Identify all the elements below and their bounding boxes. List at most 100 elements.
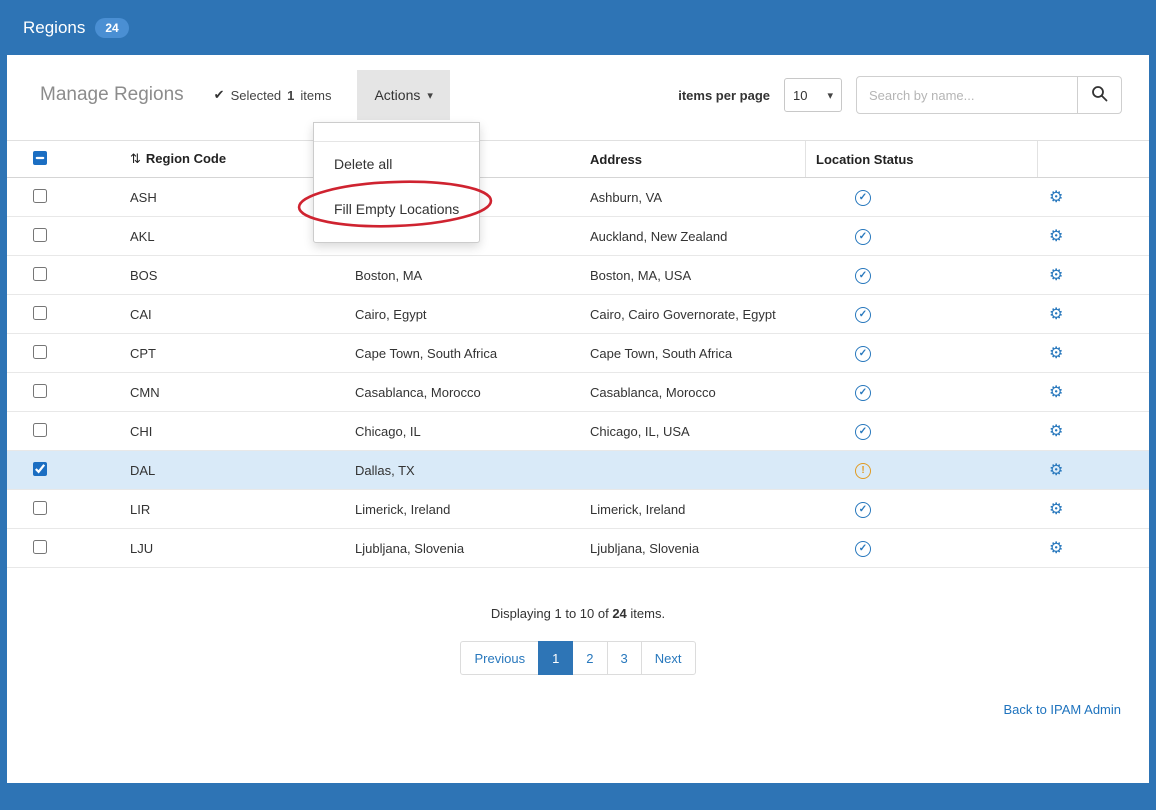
region-name-cell: Ljubljana, Slovenia xyxy=(355,541,590,556)
table-row: AKL Auckland, NZ Auckland, New Zealand ✓… xyxy=(7,217,1149,256)
gear-icon[interactable]: ⚙ xyxy=(1049,189,1063,206)
select-all-checkbox[interactable] xyxy=(33,151,47,165)
table-row: CPT Cape Town, South Africa Cape Town, S… xyxy=(7,334,1149,373)
status-ok-icon: ✓ xyxy=(855,190,871,206)
status-cell: ✓ xyxy=(805,344,1037,362)
status-ok-icon: ✓ xyxy=(855,307,871,323)
table-row: CHI Chicago, IL Chicago, IL, USA ✓ ⚙ xyxy=(7,412,1149,451)
row-checkbox[interactable] xyxy=(33,501,47,515)
row-select-cell xyxy=(7,423,130,440)
table-row: ASH Ashburn, VA Ashburn, VA ✓ ⚙ xyxy=(7,178,1149,217)
actions-dropdown-button[interactable]: Actions ▾ xyxy=(357,70,449,120)
chevron-down-icon: ▾ xyxy=(427,89,433,102)
row-checkbox[interactable] xyxy=(33,228,47,242)
page-button-2[interactable]: 2 xyxy=(572,641,607,675)
region-code-cell: LJU xyxy=(130,541,355,556)
address-cell: Ljubljana, Slovenia xyxy=(590,541,805,556)
table-row: DAL Dallas, TX ! ⚙ xyxy=(7,451,1149,490)
region-code-cell: BOS xyxy=(130,268,355,283)
row-checkbox[interactable] xyxy=(33,462,47,476)
row-select-cell xyxy=(7,345,130,362)
gear-icon[interactable]: ⚙ xyxy=(1049,423,1063,440)
region-code-cell: CHI xyxy=(130,424,355,439)
gear-icon[interactable]: ⚙ xyxy=(1049,540,1063,557)
gear-icon[interactable]: ⚙ xyxy=(1049,267,1063,284)
gear-icon[interactable]: ⚙ xyxy=(1049,501,1063,518)
menu-item-fill-empty-locations[interactable]: Fill Empty Locations xyxy=(314,187,479,232)
address-cell: Casablanca, Morocco xyxy=(590,385,805,400)
row-select-cell xyxy=(7,306,130,323)
region-name-cell: Cairo, Egypt xyxy=(355,307,590,322)
row-actions-cell: ⚙ xyxy=(1037,499,1149,519)
pagination: Previous123Next xyxy=(7,641,1149,675)
page-button-1[interactable]: 1 xyxy=(538,641,573,675)
search-input[interactable] xyxy=(856,76,1078,114)
region-code-cell: CAI xyxy=(130,307,355,322)
items-per-page-select[interactable]: 10 ▾ xyxy=(784,78,842,112)
status-cell: ✓ xyxy=(805,422,1037,440)
table-row: LJU Ljubljana, Slovenia Ljubljana, Slove… xyxy=(7,529,1149,568)
region-code-cell: LIR xyxy=(130,502,355,517)
row-checkbox[interactable] xyxy=(33,189,47,203)
row-actions-cell: ⚙ xyxy=(1037,304,1149,324)
region-name-cell: Cape Town, South Africa xyxy=(355,346,590,361)
row-select-cell xyxy=(7,228,130,245)
status-cell: ✓ xyxy=(805,500,1037,518)
page-button-next[interactable]: Next xyxy=(641,641,696,675)
gear-icon[interactable]: ⚙ xyxy=(1049,228,1063,245)
row-checkbox[interactable] xyxy=(33,423,47,437)
row-checkbox[interactable] xyxy=(33,306,47,320)
row-checkbox[interactable] xyxy=(33,384,47,398)
region-name-cell: Boston, MA xyxy=(355,268,590,283)
row-actions-cell: ⚙ xyxy=(1037,538,1149,558)
address-cell: Chicago, IL, USA xyxy=(590,424,805,439)
region-name-cell: Casablanca, Morocco xyxy=(355,385,590,400)
chevron-down-icon: ▾ xyxy=(827,89,833,102)
gear-icon[interactable]: ⚙ xyxy=(1049,345,1063,362)
row-actions-cell: ⚙ xyxy=(1037,265,1149,285)
region-code-cell: CMN xyxy=(130,385,355,400)
toolbar: Manage Regions ✔ Selected 1 items Action… xyxy=(7,70,1149,120)
status-cell: ✓ xyxy=(805,227,1037,245)
displaying-summary: Displaying 1 to 10 of 24 items. xyxy=(7,606,1149,621)
row-actions-cell: ⚙ xyxy=(1037,187,1149,207)
row-checkbox[interactable] xyxy=(33,345,47,359)
table-row: CMN Casablanca, Morocco Casablanca, Moro… xyxy=(7,373,1149,412)
row-actions-cell: ⚙ xyxy=(1037,460,1149,480)
actions-label: Actions xyxy=(374,87,420,103)
menu-item-delete-all[interactable]: Delete all xyxy=(314,142,479,187)
gear-icon[interactable]: ⚙ xyxy=(1049,384,1063,401)
gear-icon[interactable]: ⚙ xyxy=(1049,462,1063,479)
row-select-cell xyxy=(7,267,130,284)
selected-suffix: items xyxy=(300,88,331,103)
row-actions-cell: ⚙ xyxy=(1037,226,1149,246)
page-button-previous[interactable]: Previous xyxy=(460,641,539,675)
row-select-cell xyxy=(7,189,130,206)
total-items-count: 24 xyxy=(612,606,626,621)
status-ok-icon: ✓ xyxy=(855,346,871,362)
items-per-page-label: items per page xyxy=(678,88,770,103)
address-cell: Cairo, Cairo Governorate, Egypt xyxy=(590,307,805,322)
region-code-cell: DAL xyxy=(130,463,355,478)
region-code-cell: CPT xyxy=(130,346,355,361)
status-ok-icon: ✓ xyxy=(855,268,871,284)
status-cell: ✓ xyxy=(805,266,1037,284)
search-button[interactable] xyxy=(1078,76,1122,114)
status-ok-icon: ✓ xyxy=(855,229,871,245)
status-ok-icon: ✓ xyxy=(855,385,871,401)
table-row: CAI Cairo, Egypt Cairo, Cairo Governorat… xyxy=(7,295,1149,334)
row-checkbox[interactable] xyxy=(33,540,47,554)
row-actions-cell: ⚙ xyxy=(1037,343,1149,363)
page-title: Regions xyxy=(23,18,85,38)
address-cell: Auckland, New Zealand xyxy=(590,229,805,244)
sort-icon[interactable]: ⇅ xyxy=(130,151,141,166)
back-to-ipam-admin-link[interactable]: Back to IPAM Admin xyxy=(1003,702,1121,717)
status-cell: ✓ xyxy=(805,305,1037,323)
row-select-cell xyxy=(7,501,130,518)
gear-icon[interactable]: ⚙ xyxy=(1049,306,1063,323)
page-button-3[interactable]: 3 xyxy=(607,641,642,675)
row-select-cell xyxy=(7,462,130,479)
selected-label: Selected xyxy=(231,88,282,103)
row-checkbox[interactable] xyxy=(33,267,47,281)
manage-regions-heading: Manage Regions xyxy=(40,84,184,106)
